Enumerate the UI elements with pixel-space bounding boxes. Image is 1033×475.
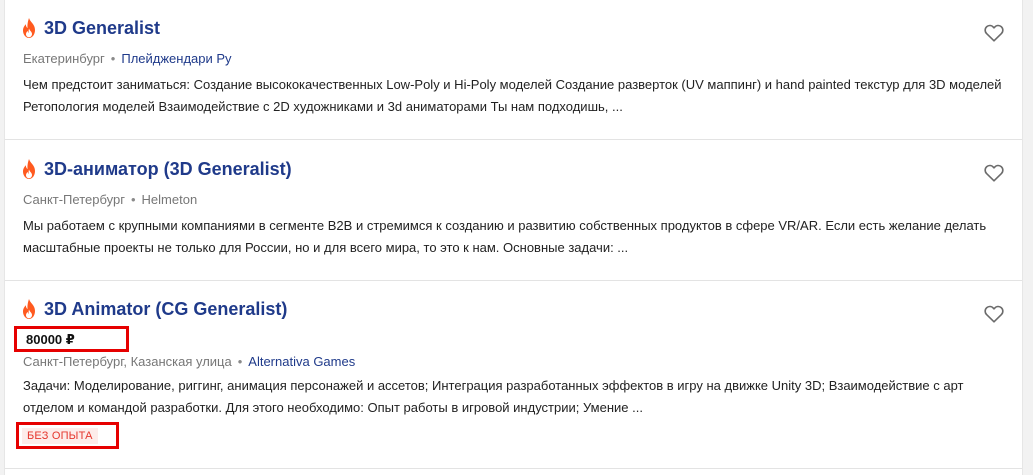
fire-icon	[23, 18, 35, 38]
vacancy-salary: 80000 ₽	[26, 332, 75, 347]
vacancy-title-link[interactable]: 3D Animator (CG Generalist)	[44, 297, 287, 321]
vacancy-description: Чем предстоит заниматься: Создание высок…	[23, 77, 1002, 114]
vacancy-card[interactable]: 3D Animator (CG Generalist) 80000 ₽ Санк…	[5, 281, 1022, 469]
separator-dot: •	[130, 192, 136, 207]
vacancy-meta: Санкт-Петербург • Helmeton	[23, 191, 197, 209]
vacancy-title-link[interactable]: 3D Generalist	[44, 16, 160, 40]
separator-dot: •	[110, 51, 116, 66]
vacancy-city: Санкт-Петербург	[23, 192, 125, 207]
company-link[interactable]: Alternativa Games	[248, 354, 355, 369]
fire-icon	[23, 299, 35, 319]
vacancy-description: Мы работаем с крупными компаниями в сегм…	[23, 218, 987, 255]
vacancy-meta: Екатеринбург • Плейджендари Ру	[23, 50, 232, 68]
vacancy-city: Екатеринбург	[23, 51, 105, 66]
fire-icon	[23, 159, 35, 179]
vacancy-title-row: 3D Animator (CG Generalist)	[22, 297, 287, 321]
company-link[interactable]: Плейджендари Ру	[121, 51, 231, 66]
vacancy-title-row: 3D-аниматор (3D Generalist)	[22, 157, 292, 181]
heart-icon[interactable]	[984, 164, 1004, 182]
vacancy-description: Задачи: Моделирование, риггинг, анимация…	[23, 378, 964, 415]
company-name: Helmeton	[141, 192, 198, 207]
vacancy-city: Санкт-Петербург, Казанская улица	[23, 354, 232, 369]
vacancy-card[interactable]: 3D Generalist Екатеринбург • Плейджендари …	[5, 0, 1022, 140]
separator-dot: •	[237, 354, 243, 369]
heart-icon[interactable]	[984, 24, 1004, 42]
heart-icon[interactable]	[984, 305, 1004, 323]
badge-highlight-box: БЕЗ ОПЫТА	[16, 422, 119, 449]
vacancy-card[interactable]: 3D-аниматор (3D Generalist) Санкт-Петерб…	[5, 140, 1022, 281]
vacancy-title-link[interactable]: 3D-аниматор (3D Generalist)	[44, 157, 292, 181]
vacancy-meta: Санкт-Петербург, Казанская улица • Alterna…	[23, 353, 355, 371]
experience-badge: БЕЗ ОПЫТА	[22, 428, 98, 444]
vacancy-list: 3D Generalist Екатеринбург • Плейджендари …	[4, 0, 1023, 475]
vacancy-title-row: 3D Generalist	[22, 16, 160, 40]
page: 3D Generalist Екатеринбург • Плейджендари …	[0, 0, 1033, 475]
salary-highlight-box: 80000 ₽	[14, 326, 129, 352]
